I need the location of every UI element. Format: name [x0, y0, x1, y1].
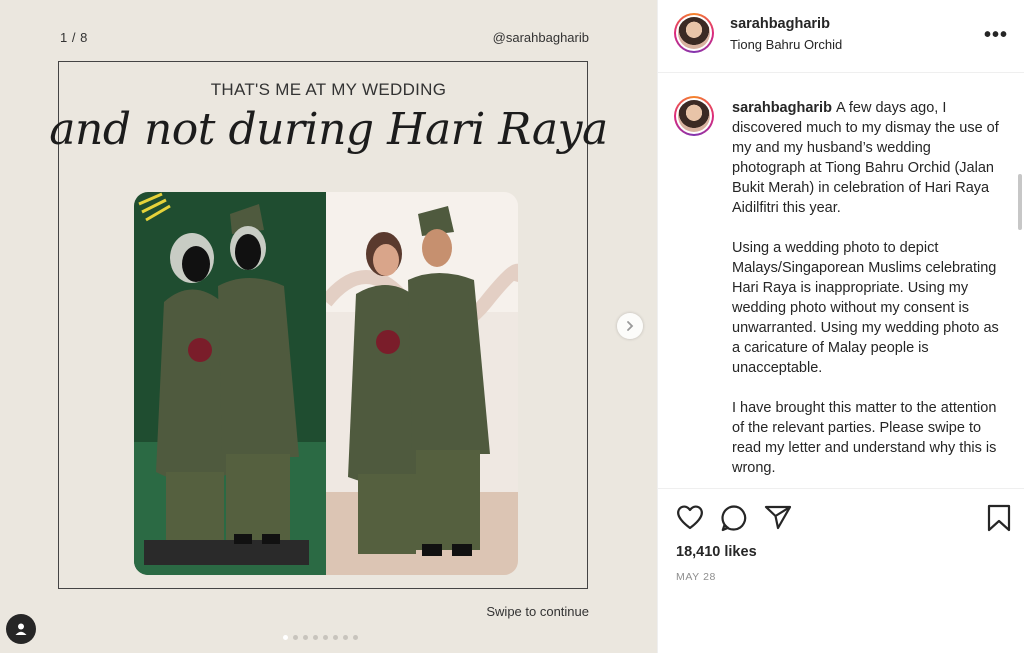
header-username[interactable]: sarahbagharib	[730, 16, 830, 32]
caption-avatar[interactable]	[674, 96, 714, 136]
post-image-carousel[interactable]: 1 / 8 @sarahbagharib THAT'S ME AT MY WED…	[0, 0, 657, 653]
caption: sarahbagharib A few days ago, I discover…	[732, 98, 1002, 488]
swipe-hint: Swipe to continue	[486, 604, 589, 619]
slide-headline: THAT'S ME AT MY WEDDING	[210, 80, 447, 99]
comment-button[interactable]	[720, 504, 748, 537]
caption-area: sarahbagharib A few days ago, I discover…	[658, 74, 1024, 488]
likes-count[interactable]: 18,410 likes	[676, 544, 757, 560]
next-slide-button[interactable]	[617, 313, 643, 339]
carousel-dot	[303, 635, 308, 640]
caption-paragraph: A few days ago, I discovered much to my …	[732, 100, 999, 216]
more-horizontal-icon[interactable]: •••	[984, 24, 1008, 47]
chevron-right-icon	[627, 321, 634, 331]
post-sidebar: sarahbagharib Tiong Bahru Orchid ••• sar…	[657, 0, 1024, 653]
tagged-users-button[interactable]	[6, 614, 36, 644]
slide-handle: @sarahbagharib	[492, 30, 589, 45]
like-button[interactable]	[676, 504, 704, 535]
caption-username[interactable]: sarahbagharib	[732, 100, 832, 116]
carousel-dot	[293, 635, 298, 640]
slide-counter: 1 / 8	[60, 30, 88, 45]
carousel-dot	[323, 635, 328, 640]
carousel-dot	[333, 635, 338, 640]
share-button[interactable]	[764, 504, 792, 535]
standee-photo	[134, 192, 326, 575]
bookmark-icon	[987, 504, 1011, 532]
post-date[interactable]: MAY 28	[676, 571, 716, 583]
post-header: sarahbagharib Tiong Bahru Orchid •••	[658, 0, 1024, 73]
header-location[interactable]: Tiong Bahru Orchid	[730, 37, 842, 52]
original-wedding-photo	[326, 192, 518, 575]
carousel-dot	[343, 635, 348, 640]
caption-scrollbar[interactable]	[1018, 174, 1022, 230]
comment-icon	[721, 505, 747, 532]
wedding-photo-comparison	[134, 192, 518, 575]
carousel-dot	[353, 635, 358, 640]
save-button[interactable]	[987, 504, 1011, 537]
person-icon	[15, 623, 27, 635]
heart-icon	[677, 505, 703, 530]
carousel-dots	[283, 635, 358, 640]
caption-paragraph: Using a wedding photo to depict Malays/S…	[732, 240, 999, 376]
post-actions: 18,410 likes MAY 28	[658, 488, 1024, 653]
avatar[interactable]	[674, 13, 714, 53]
paper-plane-icon	[764, 505, 792, 530]
slide-script-title: and not during Hari Raya	[49, 104, 608, 155]
carousel-dot	[283, 635, 288, 640]
carousel-dot	[313, 635, 318, 640]
caption-paragraph: I have brought this matter to the attent…	[732, 400, 997, 476]
